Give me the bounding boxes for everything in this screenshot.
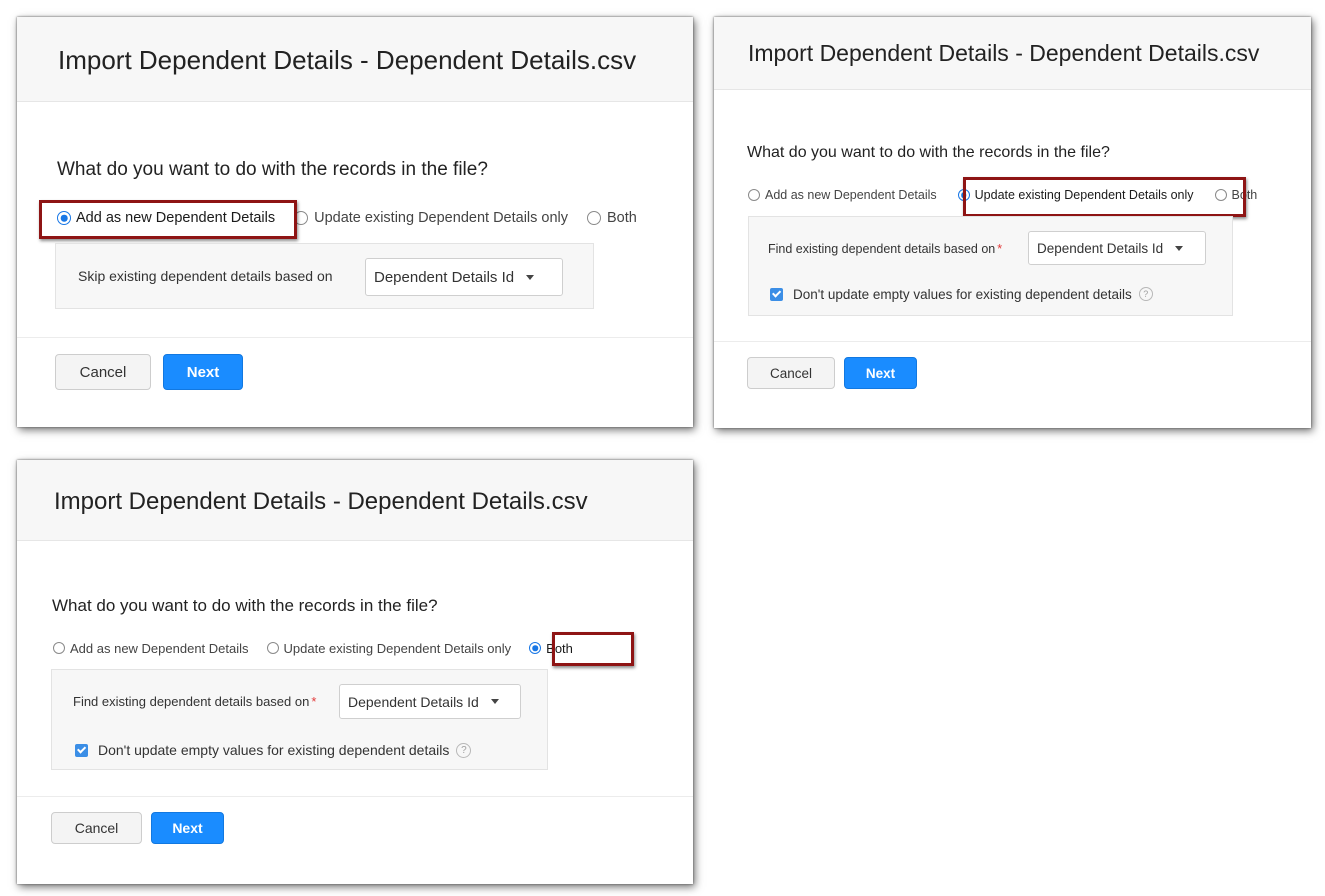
dont-update-empty-checkbox[interactable] <box>770 287 783 301</box>
import-dialog-update-existing: Import Dependent Details - Dependent Det… <box>714 17 1311 428</box>
dont-update-empty-label: Don't update empty values for existing d… <box>793 286 1132 302</box>
import-dialog-both: Import Dependent Details - Dependent Det… <box>17 460 693 884</box>
import-mode-options: Add as new Dependent Details Update exis… <box>748 185 1257 205</box>
dialog-title: Import Dependent Details - Dependent Det… <box>58 45 637 75</box>
radio-both[interactable] <box>1214 189 1227 201</box>
option-update-existing-label: Update existing Dependent Details only <box>314 210 569 226</box>
option-add-new[interactable]: Add as new Dependent Details <box>57 210 275 226</box>
cancel-button[interactable]: Cancel <box>51 812 142 844</box>
dont-update-empty-row: Don't update empty values for existing d… <box>75 741 472 759</box>
records-question: What do you want to do with the records … <box>52 596 438 615</box>
option-update-existing[interactable]: Update existing Dependent Details only <box>294 210 568 226</box>
radio-both[interactable] <box>529 642 542 654</box>
option-both-label: Both <box>546 640 573 656</box>
help-icon[interactable]: ? <box>1138 287 1153 301</box>
cancel-button[interactable]: Cancel <box>747 357 835 389</box>
option-add-new-label: Add as new Dependent Details <box>70 640 249 656</box>
find-field-select[interactable]: Dependent Details Id <box>1028 231 1206 265</box>
skip-settings-box: Skip existing dependent details based on… <box>55 243 594 309</box>
skip-based-on-label: Skip existing dependent details based on <box>78 268 333 284</box>
dialog-footer <box>17 337 693 338</box>
dont-update-empty-row: Don't update empty values for existing d… <box>770 285 1153 303</box>
option-both-label: Both <box>1231 188 1258 202</box>
records-question: What do you want to do with the records … <box>747 144 1110 161</box>
chevron-down-icon <box>1175 245 1184 251</box>
find-based-on-label: Find existing dependent details based on… <box>73 694 316 709</box>
find-field-value: Dependent Details Id <box>1037 240 1164 256</box>
option-update-existing-label: Update existing Dependent Details only <box>283 640 512 656</box>
dialog-title: Import Dependent Details - Dependent Det… <box>748 40 1260 66</box>
import-mode-options: Add as new Dependent Details Update exis… <box>57 207 637 229</box>
option-add-new-label: Add as new Dependent Details <box>76 210 276 226</box>
chevron-down-icon <box>490 699 499 704</box>
find-field-select[interactable]: Dependent Details Id <box>339 684 521 719</box>
dont-update-empty-checkbox[interactable] <box>75 743 88 757</box>
dialog-footer <box>17 796 693 797</box>
skip-field-select[interactable]: Dependent Details Id <box>365 258 563 296</box>
option-update-existing[interactable]: Update existing Dependent Details only <box>957 188 1194 202</box>
find-based-on-text: Find existing dependent details based on <box>73 694 310 709</box>
dialog-footer <box>714 341 1311 342</box>
radio-update-existing[interactable] <box>294 211 309 225</box>
option-update-existing[interactable]: Update existing Dependent Details only <box>266 640 512 656</box>
option-both[interactable]: Both <box>1214 188 1258 202</box>
radio-add-new[interactable] <box>53 642 65 654</box>
option-both[interactable]: Both <box>587 210 637 226</box>
records-question: What do you want to do with the records … <box>57 159 488 180</box>
radio-both[interactable] <box>587 211 602 225</box>
cancel-button[interactable]: Cancel <box>55 354 151 390</box>
option-both-label: Both <box>607 210 637 226</box>
option-add-new[interactable]: Add as new Dependent Details <box>53 641 249 656</box>
find-settings-box: Find existing dependent details based on… <box>51 669 548 770</box>
radio-add-new[interactable] <box>748 189 760 201</box>
option-both[interactable]: Both <box>529 641 573 656</box>
next-button[interactable]: Next <box>151 812 224 844</box>
option-add-new[interactable]: Add as new Dependent Details <box>748 188 937 202</box>
required-marker: * <box>997 242 1003 256</box>
dont-update-empty-label: Don't update empty values for existing d… <box>98 742 450 758</box>
radio-add-new[interactable] <box>57 211 71 225</box>
help-icon[interactable]: ? <box>456 742 472 758</box>
find-based-on-label: Find existing dependent details based on… <box>768 242 1002 256</box>
find-based-on-text: Find existing dependent details based on <box>768 242 996 256</box>
next-button[interactable]: Next <box>163 354 243 390</box>
dialog-title: Import Dependent Details - Dependent Det… <box>54 488 588 515</box>
import-dialog-add-new: Import Dependent Details - Dependent Det… <box>17 17 693 427</box>
required-marker: * <box>311 694 317 709</box>
skip-field-value: Dependent Details Id <box>374 268 515 286</box>
option-update-existing-label: Update existing Dependent Details only <box>974 188 1194 202</box>
option-add-new-label: Add as new Dependent Details <box>765 188 937 202</box>
import-mode-options: Add as new Dependent Details Update exis… <box>53 638 573 658</box>
find-field-value: Dependent Details Id <box>348 693 479 710</box>
find-settings-box: Find existing dependent details based on… <box>748 216 1233 316</box>
next-button[interactable]: Next <box>844 357 917 389</box>
chevron-down-icon <box>526 274 535 280</box>
radio-update-existing[interactable] <box>266 642 279 654</box>
radio-update-existing[interactable] <box>957 189 970 201</box>
